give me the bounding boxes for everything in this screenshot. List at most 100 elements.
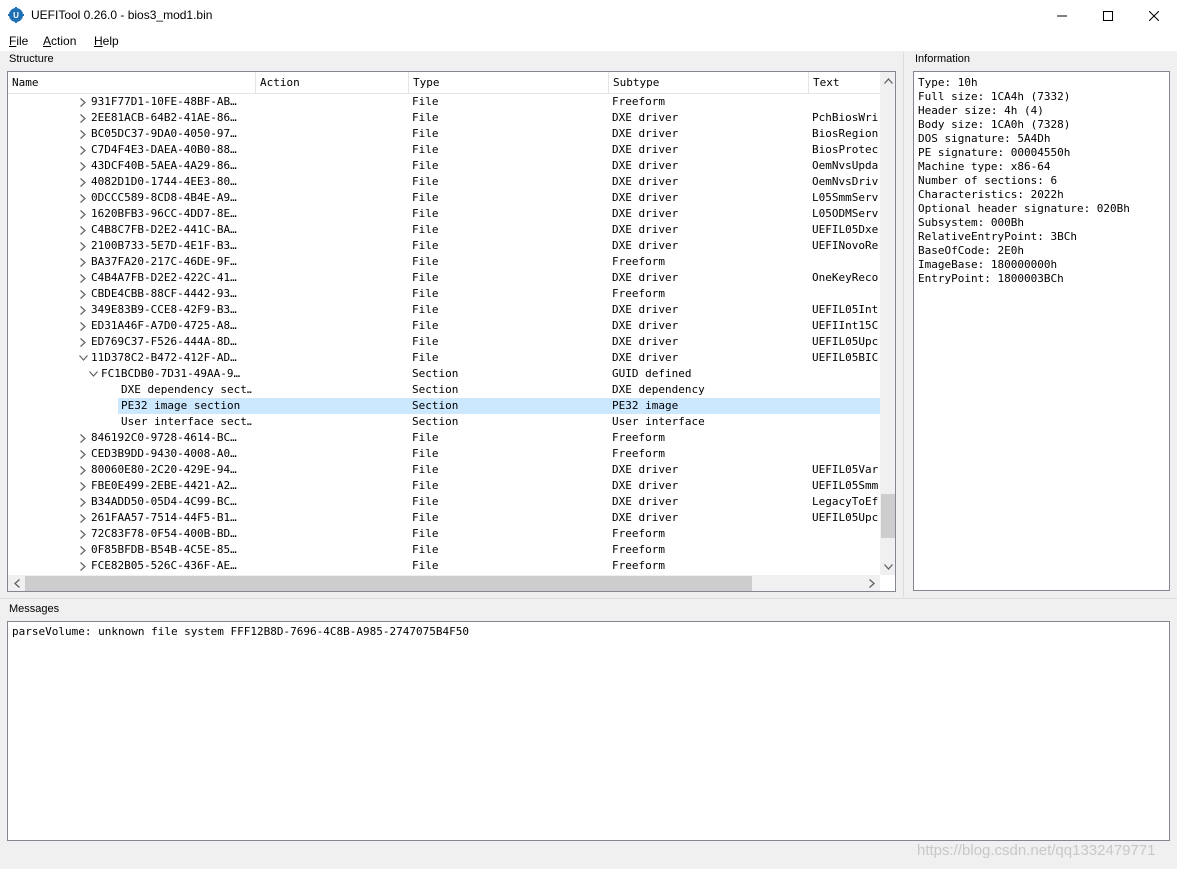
structure-tree[interactable]: Name Action Type Subtype Text 931F77D1-1… [7,71,896,592]
tree-row[interactable]: FCE82B05-526C-436F-AE… File Freeform [8,558,880,574]
tree-row[interactable]: B34ADD50-05D4-4C99-BC… File DXE driver Lega… [8,494,880,510]
tree-row[interactable]: FBE0E499-2EBE-4421-A2… File DXE driver UEFI… [8,478,880,494]
tree-row[interactable]: DXE dependency sect… Section DXE dependenc… [8,382,880,398]
information-panel[interactable]: Type: 10h Full size: 1CA4h (7332) Header s… [913,71,1170,591]
expand-chevron-right-icon[interactable] [78,270,88,286]
cell-name: 4082D1D0-1744-4EE3-80… [91,175,237,188]
tree-row[interactable]: 349E83B9-CCE8-42F9-B3… File DXE driver UEFI… [8,302,880,318]
tree-row[interactable]: 1620BFB3-96CC-4DD7-8E… File DXE driver L05O… [8,206,880,222]
expand-chevron-right-icon[interactable] [78,206,88,222]
expand-chevron-right-icon[interactable] [78,222,88,238]
column-header-name[interactable]: Name [8,72,256,94]
expand-chevron-right-icon[interactable] [78,158,88,174]
cell-name: C7D4F4E3-DAEA-40B0-88… [91,143,237,156]
expand-chevron-right-icon[interactable] [78,302,88,318]
tree-row[interactable]: CBDE4CBB-88CF-4442-93… File Freeform [8,286,880,302]
expand-chevron-right-icon[interactable] [78,254,88,270]
expand-chevron-right-icon[interactable] [78,238,88,254]
cell-text: UEFIInt15C [812,319,879,332]
scroll-up-button[interactable] [880,72,895,89]
vertical-splitter[interactable] [903,52,904,597]
scroll-right-button[interactable] [863,575,880,591]
tree-row-selected[interactable]: PE32 image section Section PE32 image [8,398,880,414]
tree-row[interactable]: 80060E80-2C20-429E-94… File DXE driver UEFI… [8,462,880,478]
expand-chevron-right-icon[interactable] [78,110,88,126]
column-header-text[interactable]: Text [809,72,880,94]
cell-subtype: DXE driver [612,175,679,188]
tree-row[interactable]: 11D378C2-B472-412F-AD… File DXE driver UEFI… [8,350,880,366]
column-header-subtype[interactable]: Subtype [609,72,809,94]
tree-row[interactable]: FC1BCDB0-7D31-49AA-9… Section GUID defined [8,366,880,382]
tree-row[interactable]: 0F85BFDB-B54B-4C5E-85… File Freeform [8,542,880,558]
cell-text: UEFIL05BIC [812,351,879,364]
info-line: Header size: 4h (4) [918,104,1044,117]
vertical-scroll-thumb[interactable] [881,494,895,538]
messages-panel[interactable]: parseVolume: unknown file system FFF12B8… [7,621,1170,841]
expand-chevron-right-icon[interactable] [78,542,88,558]
tree-row[interactable]: C7D4F4E3-DAEA-40B0-88… File DXE driver Bios… [8,142,880,158]
cell-name: 931F77D1-10FE-48BF-AB… [91,95,237,108]
cell-subtype: Freeform [612,255,665,268]
cell-text: UEFIL05Int [812,303,879,316]
cell-text: OemNvsUpda [812,159,879,172]
tree-row[interactable]: User interface sect… Section User interfac… [8,414,880,430]
expand-chevron-right-icon[interactable] [78,126,88,142]
chevron-down-icon [884,563,893,570]
expand-chevron-right-icon[interactable] [78,526,88,542]
expand-chevron-right-icon[interactable] [78,142,88,158]
horizontal-splitter[interactable] [0,598,1177,599]
tree-row[interactable]: 846192C0-9728-4614-BC… File Freeform [8,430,880,446]
tree-row[interactable]: 43DCF40B-5AEA-4A29-86… File DXE driver OemN… [8,158,880,174]
tree-row[interactable]: 0DCCC589-8CD8-4B4E-A9… File DXE driver L05S… [8,190,880,206]
minimize-button[interactable] [1039,0,1085,31]
cell-subtype: Freeform [612,543,665,556]
horizontal-scroll-thumb[interactable] [25,576,752,591]
tree-row[interactable]: ED769C37-F526-444A-8D… File DXE driver UEFI… [8,334,880,350]
expand-chevron-right-icon[interactable] [78,478,88,494]
tree-row[interactable]: BC05DC37-9DA0-4050-97… File DXE driver Bios… [8,126,880,142]
expand-chevron-right-icon[interactable] [78,446,88,462]
expand-chevron-right-icon[interactable] [78,558,88,574]
expand-chevron-right-icon[interactable] [78,174,88,190]
cell-name: 43DCF40B-5AEA-4A29-86… [91,159,237,172]
vertical-scrollbar[interactable] [880,72,895,575]
expand-chevron-right-icon[interactable] [78,334,88,350]
cell-subtype: DXE driver [612,159,679,172]
expand-chevron-right-icon[interactable] [78,190,88,206]
tree-row[interactable]: BA37FA20-217C-46DE-9F… File Freeform [8,254,880,270]
horizontal-scrollbar[interactable] [8,575,880,591]
tree-row[interactable]: 4082D1D0-1744-4EE3-80… File DXE driver OemN… [8,174,880,190]
maximize-button[interactable] [1085,0,1131,31]
cell-name: BC05DC37-9DA0-4050-97… [91,127,237,140]
close-button[interactable] [1131,0,1177,31]
cell-name: 80060E80-2C20-429E-94… [91,463,237,476]
column-header-action[interactable]: Action [256,72,409,94]
expand-chevron-right-icon[interactable] [78,318,88,334]
information-label: Information [915,53,971,65]
expand-chevron-right-icon[interactable] [78,494,88,510]
menu-help[interactable]: Help [94,34,119,48]
scroll-down-button[interactable] [880,558,895,575]
expand-chevron-down-icon[interactable] [78,350,88,366]
expand-chevron-right-icon[interactable] [78,510,88,526]
tree-row[interactable]: CED3B9DD-9430-4008-A0… File Freeform [8,446,880,462]
info-line: PE signature: 00004550h [918,146,1071,159]
scroll-left-button[interactable] [8,575,25,591]
column-header-type[interactable]: Type [409,72,609,94]
tree-row[interactable]: 261FAA57-7514-44F5-B1… File DXE driver UEFI… [8,510,880,526]
menu-action[interactable]: Action [43,34,76,48]
tree-row[interactable]: C4B4A7FB-D2E2-422C-41… File DXE driver OneK… [8,270,880,286]
tree-row[interactable]: 2EE81ACB-64B2-41AE-86… File DXE driver PchB… [8,110,880,126]
expand-chevron-right-icon[interactable] [78,286,88,302]
title-bar[interactable]: U UEFITool 0.26.0 - bios3_mod1.bin [0,0,1177,31]
tree-row[interactable]: ED31A46F-A7D0-4725-A8… File DXE driver UEFI… [8,318,880,334]
expand-chevron-right-icon[interactable] [78,430,88,446]
tree-row[interactable]: 931F77D1-10FE-48BF-AB… File Freeform [8,94,880,110]
tree-row[interactable]: 2100B733-5E7D-4E1F-B3… File DXE driver UEFI… [8,238,880,254]
expand-chevron-down-icon[interactable] [88,366,98,382]
tree-row[interactable]: C4B8C7FB-D2E2-441C-BA… File DXE driver UEFI… [8,222,880,238]
expand-chevron-right-icon[interactable] [78,462,88,478]
expand-chevron-right-icon[interactable] [78,94,88,110]
menu-file[interactable]: File [9,34,28,48]
tree-row[interactable]: 72C83F78-0F54-400B-BD… File Freeform [8,526,880,542]
